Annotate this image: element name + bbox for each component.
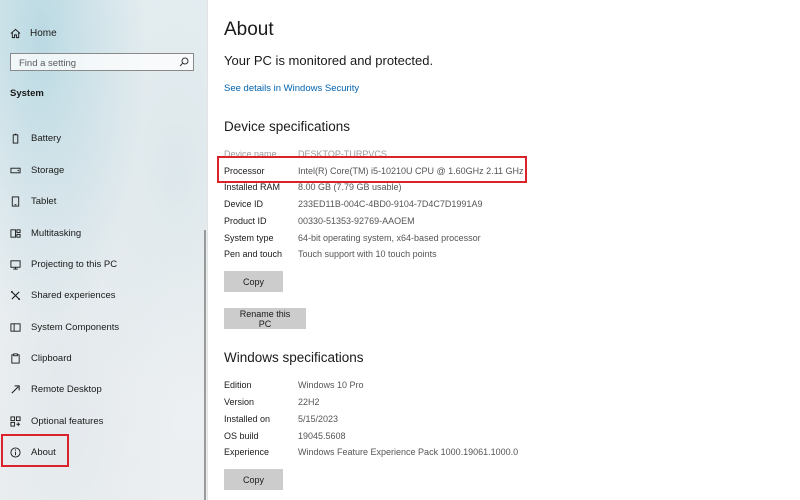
sidebar-item-clipboard[interactable]: Clipboard bbox=[0, 345, 205, 371]
sidebar-item-projecting[interactable]: Projecting to this PC bbox=[0, 251, 205, 277]
spec-key: Experience bbox=[224, 447, 270, 457]
sidebar-item-label: Remote Desktop bbox=[31, 383, 102, 395]
spec-value: Windows 10 Pro bbox=[298, 380, 364, 390]
highlight-box-about bbox=[1, 434, 69, 467]
spec-value: 22H2 bbox=[298, 397, 320, 407]
protection-status: Your PC is monitored and protected. bbox=[224, 53, 434, 68]
spec-value: Windows Feature Experience Pack 1000.190… bbox=[298, 447, 519, 457]
spec-key: Installed RAM bbox=[224, 182, 281, 192]
sidebar-item-shared-experiences[interactable]: Shared experiences bbox=[0, 282, 205, 308]
spec-key: Edition bbox=[224, 380, 252, 390]
spec-key: System type bbox=[224, 233, 274, 243]
spec-key: OS build bbox=[224, 431, 259, 441]
spec-key: Device ID bbox=[224, 199, 264, 209]
security-details-link[interactable]: See details in Windows Security bbox=[224, 83, 359, 94]
home-label: Home bbox=[30, 27, 57, 39]
home-icon bbox=[10, 28, 21, 38]
sidebar-item-label: System Components bbox=[31, 321, 120, 333]
shared-experiences-icon bbox=[10, 290, 21, 300]
sidebar-item-label: Shared experiences bbox=[31, 289, 116, 301]
sidebar-item-label: Optional features bbox=[31, 415, 104, 427]
spec-key: Installed on bbox=[224, 414, 271, 424]
sidebar-scrollbar[interactable] bbox=[204, 230, 206, 500]
spec-value: 19045.5608 bbox=[298, 431, 346, 441]
page-title: About bbox=[224, 19, 274, 40]
sidebar-item-tablet[interactable]: Tablet bbox=[0, 188, 205, 214]
multitasking-icon bbox=[10, 228, 21, 238]
sidebar-item-label: Projecting to this PC bbox=[31, 258, 118, 270]
copy-device-specs-button[interactable]: Copy bbox=[224, 271, 283, 292]
sidebar-item-optional-features[interactable]: Optional features bbox=[0, 408, 205, 434]
storage-icon bbox=[10, 167, 21, 173]
spec-value: 5/15/2023 bbox=[298, 414, 339, 424]
search-input[interactable] bbox=[17, 55, 181, 71]
sidebar-item-multitasking[interactable]: Multitasking bbox=[0, 220, 205, 246]
highlight-box-processor bbox=[217, 156, 527, 183]
system-components-icon bbox=[10, 322, 21, 332]
optional-features-icon bbox=[10, 415, 21, 427]
sidebar-item-label: Multitasking bbox=[31, 227, 82, 239]
sidebar-item-label: Battery bbox=[31, 132, 62, 144]
spec-value: 64-bit operating system, x64-based proce… bbox=[298, 233, 481, 243]
sidebar: Home System Battery Storage Tablet Multi… bbox=[0, 0, 208, 500]
copy-windows-specs-button[interactable]: Copy bbox=[224, 469, 283, 490]
sidebar-item-label: Storage bbox=[31, 164, 65, 176]
sidebar-item-remote-desktop[interactable]: Remote Desktop bbox=[0, 376, 205, 402]
search-box[interactable] bbox=[10, 53, 194, 71]
device-specs-heading: Device specifications bbox=[224, 119, 351, 134]
search-icon[interactable] bbox=[179, 57, 189, 67]
tablet-icon bbox=[11, 195, 20, 207]
spec-value: Touch support with 10 touch points bbox=[298, 249, 437, 259]
spec-key: Product ID bbox=[224, 216, 267, 226]
rename-pc-button[interactable]: Rename this PC bbox=[224, 308, 306, 329]
sidebar-item-system-components[interactable]: System Components bbox=[0, 314, 205, 340]
spec-key: Version bbox=[224, 397, 255, 407]
windows-specs-heading: Windows specifications bbox=[224, 350, 364, 365]
spec-value: 233ED11B-004C-4BD0-9104-7D4C7D1991A9 bbox=[298, 199, 483, 209]
remote-desktop-icon bbox=[11, 384, 20, 394]
spec-key: Pen and touch bbox=[224, 249, 283, 259]
clipboard-icon bbox=[11, 352, 20, 364]
spec-value: 00330-51353-92769-AAOEM bbox=[298, 216, 415, 226]
projecting-icon bbox=[10, 259, 21, 270]
spec-value: 8.00 GB (7.79 GB usable) bbox=[298, 182, 402, 192]
sidebar-home[interactable]: Home bbox=[10, 24, 57, 42]
battery-icon bbox=[12, 133, 19, 144]
sidebar-item-label: Tablet bbox=[31, 195, 57, 207]
section-label-system: System bbox=[10, 88, 44, 99]
sidebar-item-storage[interactable]: Storage bbox=[0, 157, 205, 183]
sidebar-item-battery[interactable]: Battery bbox=[0, 125, 205, 151]
sidebar-item-label: Clipboard bbox=[31, 352, 72, 364]
